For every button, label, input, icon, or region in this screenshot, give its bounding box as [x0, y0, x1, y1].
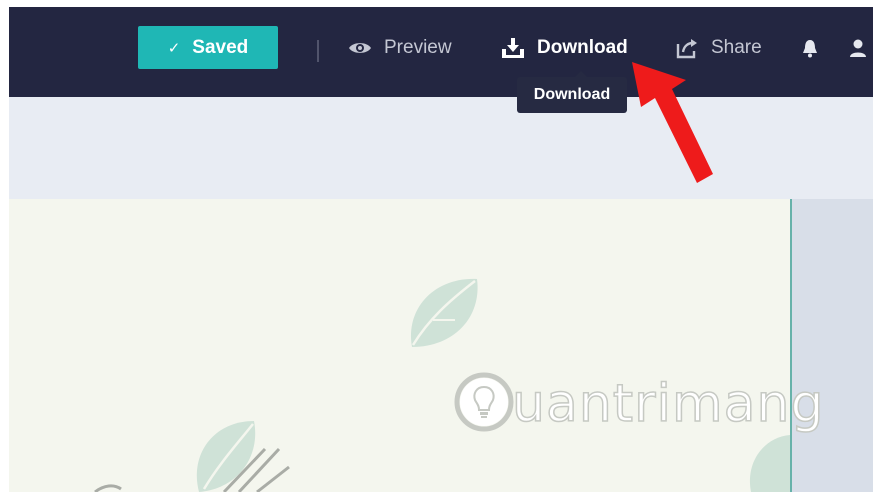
- download-button[interactable]: Download: [501, 34, 628, 62]
- eye-icon: [348, 40, 372, 56]
- secondary-toolbar: [9, 97, 873, 199]
- side-panel: [792, 199, 873, 492]
- toolbar-divider: [317, 40, 319, 62]
- download-tooltip: Download: [517, 71, 627, 113]
- notifications-button[interactable]: [801, 34, 819, 62]
- share-label: Share: [711, 37, 762, 58]
- canvas-decoration: [94, 278, 790, 492]
- share-icon: [675, 37, 699, 59]
- leaf-icon: [410, 278, 478, 347]
- saved-label: Saved: [192, 36, 249, 58]
- user-icon: [849, 38, 867, 58]
- check-icon: ✓: [167, 39, 181, 57]
- preview-button[interactable]: Preview: [348, 34, 452, 62]
- app-window: ✓ Saved Preview Download Share Download: [9, 7, 873, 492]
- preview-label: Preview: [384, 37, 452, 58]
- bell-icon: [801, 38, 819, 58]
- download-label: Download: [537, 37, 628, 58]
- leaf-icon: [196, 421, 256, 492]
- saved-button[interactable]: ✓ Saved: [138, 26, 278, 69]
- sketch-lines: [94, 447, 290, 492]
- top-bar: ✓ Saved Preview Download Share: [9, 7, 873, 97]
- download-icon: [501, 37, 525, 59]
- account-button[interactable]: [849, 34, 867, 62]
- tooltip-text: Download: [533, 86, 611, 103]
- design-canvas[interactable]: [9, 199, 790, 492]
- share-button[interactable]: Share: [675, 34, 762, 62]
- leaf-icon: [749, 435, 790, 492]
